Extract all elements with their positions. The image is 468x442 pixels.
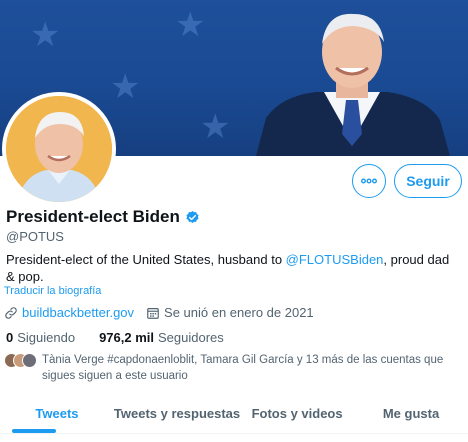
profile-meta: buildbackbetter.gov Se unió en enero de …: [4, 305, 314, 320]
banner-photo-figure: [256, 13, 450, 156]
bio-text-prefix: President-elect of the United States, hu…: [6, 252, 286, 267]
calendar-icon: [147, 307, 159, 319]
profile-avatar[interactable]: [2, 92, 116, 206]
profile-tabs: Tweets Tweets y respuestas Fotos y video…: [0, 394, 468, 434]
avatar: [22, 353, 37, 368]
profile-name-row: President-elect Biden: [6, 207, 200, 227]
tab-likes[interactable]: Me gusta: [354, 394, 468, 433]
bio-mention-link[interactable]: @FLOTUSBiden: [286, 252, 384, 267]
tab-tweets[interactable]: Tweets: [0, 394, 114, 433]
following-label[interactable]: Siguiendo: [17, 330, 75, 345]
followers-label[interactable]: Seguidores: [158, 330, 224, 345]
star-decoration: ★: [200, 108, 231, 146]
following-count[interactable]: 0: [6, 330, 13, 345]
known-followers[interactable]: Tània Verge #capdonaenloblit, Tamara Gil…: [4, 352, 462, 384]
tab-tweets-and-replies[interactable]: Tweets y respuestas: [114, 394, 240, 433]
followers-count[interactable]: 976,2 mil: [99, 330, 154, 345]
translate-bio-link[interactable]: Traducir la biografía: [4, 285, 101, 297]
star-decoration: ★: [30, 16, 61, 54]
website-link[interactable]: buildbackbetter.gov: [22, 305, 134, 320]
tab-media[interactable]: Fotos y videos: [240, 394, 354, 433]
known-followers-text: Tània Verge #capdonaenloblit, Tamara Gil…: [42, 354, 444, 382]
link-icon: [5, 306, 17, 319]
profile-bio: President-elect of the United States, hu…: [6, 251, 458, 285]
profile-name: President-elect Biden: [6, 207, 180, 226]
known-followers-avatars: [4, 352, 40, 368]
joined-date: Se unió en enero de 2021: [164, 305, 314, 320]
more-options-icon: [361, 178, 377, 184]
profile-handle: @POTUS: [6, 229, 64, 244]
verified-badge-icon: [186, 210, 199, 223]
star-decoration: ★: [175, 6, 206, 44]
star-decoration: ★: [110, 68, 141, 106]
follow-stats: 0 Siguiendo 976,2 mil Seguidores: [6, 330, 224, 345]
avatar-photo: [6, 96, 112, 202]
more-options-button[interactable]: [352, 164, 386, 198]
follow-button[interactable]: Seguir: [394, 164, 462, 198]
